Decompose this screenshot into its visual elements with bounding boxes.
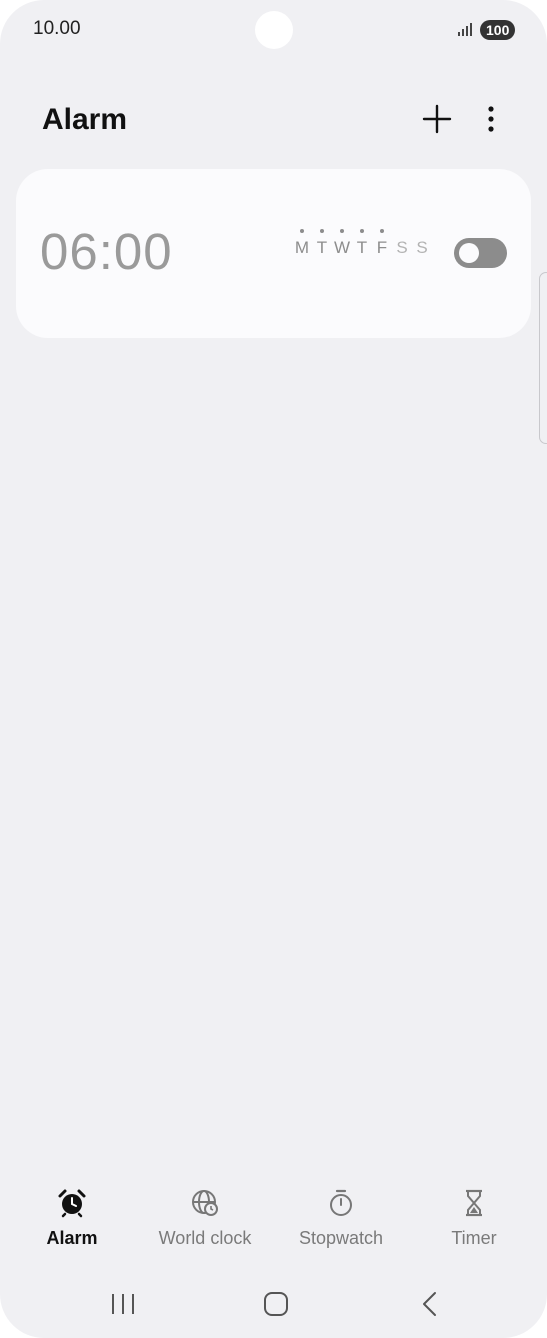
page-title: Alarm	[42, 103, 128, 136]
day-tuesday: T	[313, 229, 331, 258]
day-sunday: S	[416, 238, 428, 257]
toggle-knob	[459, 243, 479, 263]
day-saturday: S	[396, 238, 408, 257]
recents-icon	[112, 1294, 134, 1314]
recents-button[interactable]	[103, 1288, 143, 1320]
plus-icon	[422, 104, 452, 134]
alarm-toggle-switch[interactable]	[454, 238, 507, 268]
edge-panel-handle[interactable]	[539, 272, 547, 444]
nav-tab-timer[interactable]: Timer	[407, 1178, 541, 1254]
home-button[interactable]	[256, 1288, 296, 1320]
day-friday: F	[373, 229, 391, 258]
hourglass-icon	[466, 1189, 482, 1217]
add-alarm-button[interactable]	[419, 101, 455, 137]
alarm-card[interactable]: 06:00 M T W T F S S	[16, 169, 531, 338]
nav-tab-alarm[interactable]: Alarm	[5, 1178, 139, 1254]
nav-label-timer: Timer	[451, 1228, 497, 1248]
nav-tab-stopwatch[interactable]: Stopwatch	[274, 1178, 408, 1254]
nav-tab-world-clock[interactable]: World clock	[138, 1178, 272, 1254]
nav-label-alarm: Alarm	[46, 1228, 98, 1248]
day-wednesday: W	[333, 229, 351, 257]
clock-app-screen: 10.00 100 Alarm 06:00 M T W T F S S Alar…	[0, 0, 547, 1338]
more-options-button[interactable]	[476, 101, 506, 137]
back-icon	[423, 1292, 436, 1316]
globe-clock-icon	[192, 1190, 218, 1216]
bottom-navigation: Alarm World clock Stopwatch Timer	[0, 1178, 547, 1258]
day-monday: M	[294, 229, 310, 257]
alarm-repeat-days: M T W T F S S	[293, 229, 431, 258]
alarm-time: 06:00	[40, 223, 173, 280]
front-camera-cutout	[255, 11, 293, 49]
home-icon	[264, 1292, 288, 1316]
system-navigation-bar	[0, 1280, 547, 1330]
nav-label-world-clock: World clock	[158, 1228, 252, 1248]
stopwatch-icon	[330, 1189, 352, 1216]
alarm-clock-icon	[58, 1189, 86, 1218]
battery-badge: 100	[480, 20, 516, 40]
signal-icon	[458, 20, 476, 36]
status-time: 10.00	[33, 18, 81, 39]
status-bar: 10.00 100	[0, 0, 547, 60]
day-thursday: T	[353, 229, 371, 258]
back-button[interactable]	[410, 1288, 450, 1320]
nav-label-stopwatch: Stopwatch	[298, 1228, 384, 1248]
more-vertical-icon	[488, 106, 494, 132]
